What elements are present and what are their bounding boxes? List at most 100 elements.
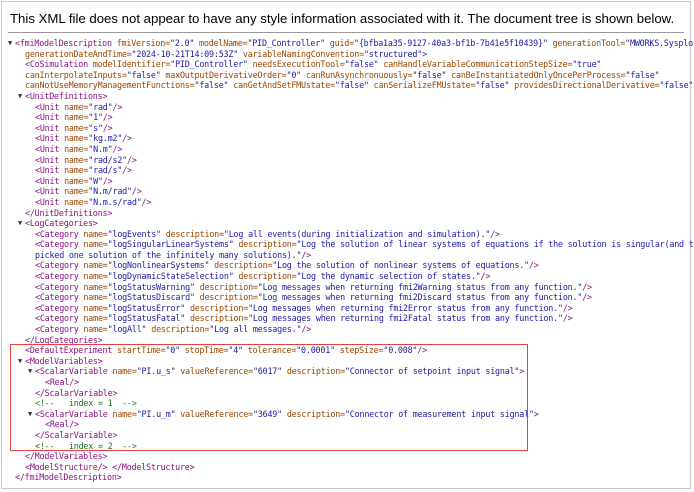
xml-tag: />	[417, 345, 427, 356]
xml-attribute-value: "Log all events(during initialization an…	[223, 228, 491, 239]
xml-attribute-name: name=	[83, 292, 108, 303]
xml-attribute-value: "false"	[126, 69, 161, 80]
xml-tag: <Category	[35, 260, 84, 271]
xml-tree-line: <!-- index = 2 -->	[2, 441, 690, 452]
xml-attribute-value: "PI.u_s"	[136, 366, 176, 377]
xml-tag: <UnitDefinitions>	[25, 90, 108, 101]
xml-attribute-value: "PI.u_m"	[136, 408, 176, 419]
xml-tree-line: <Real/>	[2, 419, 690, 430]
xml-attribute-name: name=	[83, 271, 108, 282]
xml-attribute-value: "Log all messages."	[209, 324, 302, 335]
xml-attribute-value: "s"	[88, 122, 103, 133]
xml-tag: />	[301, 249, 312, 260]
xml-attribute-value: "Log the solution of linear systems of e…	[296, 239, 694, 250]
xml-tree-line: <CoSimulation modelIdentifier="PID_Contr…	[2, 59, 690, 70]
xml-attribute-name: name=	[83, 260, 108, 271]
xml-attribute-name: name=	[83, 302, 108, 313]
xml-attribute-name: modelName=	[194, 38, 248, 48]
xml-attribute-value: "Log messages when returning fmi2Fatal s…	[248, 313, 563, 324]
collapse-triangle-icon[interactable]: ▼	[16, 356, 24, 367]
xml-attribute-value: "4"	[228, 345, 243, 356]
xml-attribute-name: description=	[194, 281, 258, 292]
xml-tag: </ScalarVariable>	[35, 387, 118, 398]
xml-viewer-window: This XML file does not appear to have an…	[1, 1, 694, 489]
xml-attribute-value: "rad/s2"	[88, 154, 128, 165]
xml-attribute-name: description=	[233, 239, 297, 250]
xml-tag: <DefaultExperiment	[25, 345, 118, 356]
collapse-triangle-icon[interactable]: ▼	[26, 409, 34, 420]
xml-attribute-name: name=	[83, 239, 108, 250]
xml-document-tree: ▼ <fmiModelDescription fmiVersion="2.0" m…	[2, 38, 694, 488]
xml-attribute-value: "1"	[88, 112, 103, 123]
xml-attribute-name: name=	[64, 112, 89, 123]
xml-tree-line: <Category name="logStatusFatal" descript…	[2, 313, 690, 324]
xml-tag: />	[582, 292, 592, 303]
xml-tag: <Category	[35, 281, 84, 292]
collapse-triangle-icon[interactable]: ▼	[16, 91, 24, 102]
xml-tree-line: <Unit name="s"/>	[2, 123, 690, 134]
xml-attribute-value: "logNonlinearSystems"	[107, 260, 210, 271]
xml-attribute-value: "logEvents"	[107, 228, 161, 239]
xml-attribute-value: "N.m/rad"	[88, 186, 132, 197]
xml-tag: <Category	[35, 228, 84, 239]
xml-tag: />	[112, 101, 123, 112]
xml-tag: </fmiModelDescription>	[15, 472, 122, 483]
xml-attribute-value: "6017"	[252, 366, 282, 377]
xml-attribute-name: canHandleVariableCommunicationStepSize=	[378, 59, 573, 70]
xml-tag: <Unit	[35, 133, 65, 144]
xml-comment: <!-- index = 1 -->	[35, 398, 137, 409]
xml-tag: <Unit	[35, 122, 65, 133]
xml-attribute-name: canGetAndSetFMUstate=	[228, 80, 335, 91]
xml-tree-line: <Unit name="1"/>	[2, 112, 690, 123]
xml-tag: <ModelVariables>	[25, 355, 103, 366]
xml-tree-line: <Category name="logStatusDiscard" descri…	[2, 292, 690, 303]
xml-attribute-name: generationDateAndTime=	[25, 48, 132, 59]
xml-attribute-value: picked one solution of the infinitely ma…	[35, 249, 302, 260]
xml-tree-line: <Unit name="rad"/>	[2, 102, 690, 113]
xml-tag: <Real/>	[45, 377, 79, 387]
collapse-triangle-icon[interactable]: ▼	[6, 38, 14, 49]
xml-attribute-name: canInterpolateInputs=	[25, 69, 127, 80]
xml-attribute-name: generationTool=	[547, 38, 626, 48]
xml-attribute-name: name=	[64, 133, 89, 144]
collapse-triangle-icon[interactable]: ▼	[16, 218, 24, 229]
xml-attribute-value: "logStatusDiscard"	[107, 292, 195, 303]
xml-attribute-name: maxOutputDerivativeOrder=	[160, 69, 287, 80]
xml-attribute-value: "logAll"	[107, 324, 147, 335]
xml-tree-line: canInterpolateInputs="false" maxOutputDe…	[2, 70, 690, 81]
xml-attribute-value: "false"	[412, 69, 447, 80]
xml-attribute-name: canSerializeFMUstate=	[368, 80, 476, 91]
xml-tag: />	[582, 281, 592, 292]
xml-tree-line: </ModelVariables>	[2, 451, 690, 462]
xml-attribute-name: canNotUseMemoryManagementFunctions=	[25, 80, 195, 91]
xml-attribute-name: description=	[233, 271, 297, 282]
xml-attribute-name: name=	[64, 154, 89, 165]
xml-attribute-value: "false"	[334, 80, 369, 91]
xml-tree-line: <Category name="logStatusWarning" descri…	[2, 282, 690, 293]
xml-attribute-name: name=	[112, 408, 137, 419]
xml-tree-line: ▼ <ScalarVariable name="PI.u_m" valueRefe…	[2, 409, 690, 420]
xml-tag: <Real/>	[45, 419, 79, 430]
xml-tag: <Category	[35, 302, 84, 313]
xml-attribute-name: name=	[83, 324, 108, 335]
xml-tag: />	[122, 133, 132, 144]
xml-attribute-value: "rad/s"	[88, 165, 123, 176]
xml-tree-line: ▼ <LogCategories>	[2, 218, 690, 229]
xml-attribute-name: name=	[112, 366, 137, 377]
xml-attribute-value: "0.008"	[383, 345, 418, 356]
xml-tree-line: </ScalarVariable>	[2, 430, 690, 441]
xml-tag: />	[112, 143, 123, 154]
xml-tag: <Category	[35, 239, 84, 250]
xml-attribute-name: stopTime=	[179, 345, 229, 356]
xml-attribute-value: "0.0001"	[296, 345, 335, 356]
collapse-triangle-icon[interactable]: ▼	[26, 366, 34, 377]
xml-tag: </ModelStructure>	[107, 461, 195, 472]
xml-tag: />	[102, 122, 113, 133]
xml-tree-line: </ScalarVariable>	[2, 388, 690, 399]
xml-tag: <ScalarVariable	[35, 408, 113, 419]
xml-tag: />	[141, 196, 152, 207]
xml-tree-line: <Unit name="N.m"/>	[2, 144, 690, 155]
xml-tag: />	[122, 165, 132, 176]
xml-attribute-value: "N.m.s/rad"	[88, 196, 142, 207]
xml-attribute-name: description=	[146, 324, 210, 335]
